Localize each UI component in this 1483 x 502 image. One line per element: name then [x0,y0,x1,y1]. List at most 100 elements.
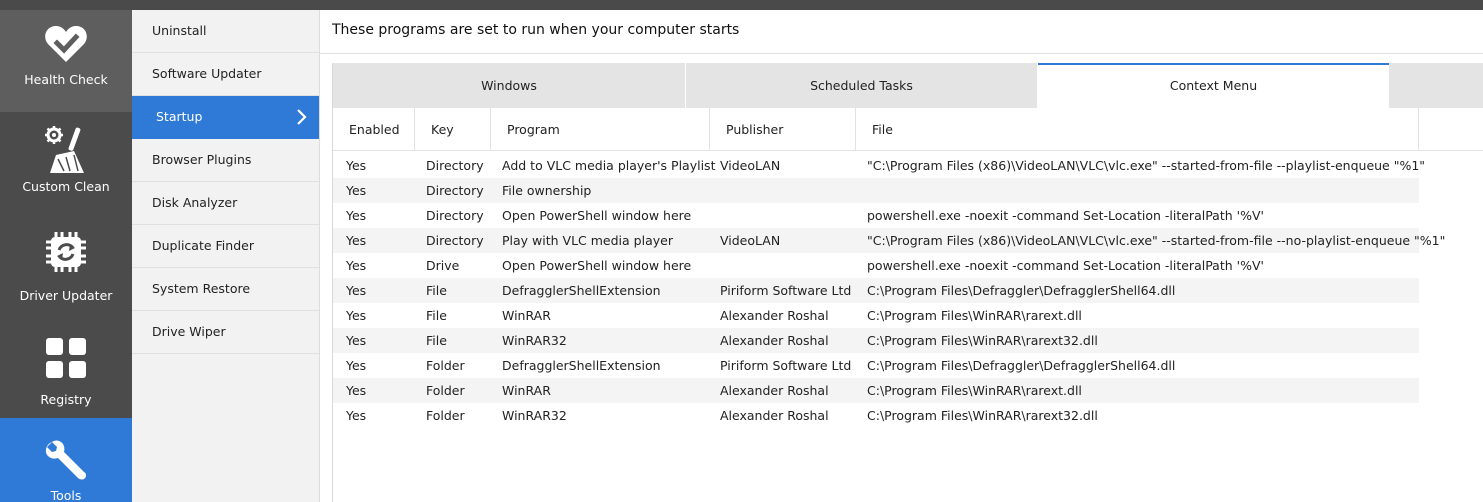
heart-check-icon [45,26,87,62]
cell-program: Play with VLC media player [502,233,673,248]
chip-refresh-icon [46,232,86,272]
cell-key: File [426,333,447,348]
cell-file: C:\Program Files\Defraggler\DefragglerSh… [867,358,1176,373]
subnav-item-drive-wiper[interactable]: Drive Wiper [132,311,319,354]
subnav-item-startup[interactable]: Startup [132,96,319,139]
column-header-file[interactable]: File [856,108,1419,151]
nav-label-registry: Registry [40,392,92,407]
window-top-bar [0,0,1483,10]
cell-key: Directory [426,208,484,223]
cell-program: Open PowerShell window here [502,208,692,223]
nav-label-tools: Tools [50,488,82,502]
subnav-item-startup-label: Startup [156,109,203,124]
main-content: These programs are set to run when your … [320,10,1483,502]
cell-file: C:\Program Files\WinRAR\rarext.dll [867,383,1082,398]
table-row[interactable]: Yes Folder DefragglerShellExtension Piri… [333,353,1419,378]
wrench-icon [45,440,87,480]
nav-custom-clean[interactable]: Custom Clean [0,113,132,217]
cell-key: Directory [426,158,484,173]
cell-key: Folder [426,383,465,398]
subnav-item-duplicate-finder[interactable]: Duplicate Finder [132,225,319,268]
cell-key: File [426,308,447,323]
table-row[interactable]: Yes File WinRAR32 Alexander Roshal C:\Pr… [333,328,1419,353]
cell-key: File [426,283,447,298]
cell-publisher: Alexander Roshal [720,408,829,423]
tab-scheduled-tasks[interactable]: Scheduled Tasks [686,63,1038,108]
cell-file: C:\Program Files\WinRAR\rarext32.dll [867,333,1098,348]
subnav-item-software-updater[interactable]: Software Updater [132,53,319,96]
column-header-program[interactable]: Program [491,108,710,151]
cell-enabled: Yes [346,183,367,198]
cell-file: powershell.exe -noexit -command Set-Loca… [867,208,1264,223]
grid-icon [46,338,86,378]
subnav-item-system-restore[interactable]: System Restore [132,268,319,311]
nav-label-driver-updater: Driver Updater [19,288,113,303]
cell-program: File ownership [502,183,592,198]
table-row[interactable]: Yes Folder WinRAR32 Alexander Roshal C:\… [333,403,1419,428]
table-row[interactable]: Yes Directory Open PowerShell window her… [333,203,1419,228]
page-title: These programs are set to run when your … [332,22,740,38]
table-row[interactable]: Yes File WinRAR Alexander Roshal C:\Prog… [333,303,1419,328]
cell-enabled: Yes [346,233,367,248]
cell-program: DefragglerShellExtension [502,283,661,298]
cell-key: Drive [426,258,460,273]
subnav-item-disk-analyzer[interactable]: Disk Analyzer [132,182,319,225]
nav-driver-updater[interactable]: Driver Updater [0,218,132,321]
header-divider [320,53,1483,54]
cell-key: Directory [426,233,484,248]
table-row[interactable]: Yes Folder WinRAR Alexander Roshal C:\Pr… [333,378,1419,403]
gear-broom-icon [45,126,84,173]
left-nav: Health Check Custom Clean Driver Updater [0,10,132,502]
cell-publisher: Alexander Roshal [720,308,829,323]
cell-enabled: Yes [346,383,367,398]
cell-program: WinRAR32 [502,333,567,348]
table-row[interactable]: Yes Directory File ownership [333,178,1419,203]
cell-program: WinRAR [502,308,551,323]
table-row[interactable]: Yes Directory Add to VLC media player's … [333,153,1425,178]
cell-publisher: VideoLAN [720,233,781,248]
column-header-publisher[interactable]: Publisher [710,108,856,151]
cell-enabled: Yes [346,158,367,173]
cell-program: Open PowerShell window here [502,258,692,273]
cell-publisher: Alexander Roshal [720,383,829,398]
nav-health-check[interactable]: Health Check [0,10,132,112]
cell-enabled: Yes [346,258,367,273]
cell-file: C:\Program Files\WinRAR\rarext.dll [867,308,1082,323]
tab-windows[interactable]: Windows [333,63,686,108]
cell-key: Folder [426,358,465,373]
cell-enabled: Yes [346,333,367,348]
cell-enabled: Yes [346,358,367,373]
cell-program: WinRAR32 [502,408,567,423]
table-row[interactable]: Yes File DefragglerShellExtension Pirifo… [333,278,1419,303]
cell-publisher: Alexander Roshal [720,333,829,348]
cell-key: Directory [426,183,484,198]
cell-publisher: Piriform Software Ltd [720,283,852,298]
table-header: Enabled Key Program Publisher File [333,108,1483,151]
cell-enabled: Yes [346,283,367,298]
cell-file: C:\Program Files\WinRAR\rarext32.dll [867,408,1098,423]
nav-tools[interactable]: Tools [0,418,132,502]
startup-panel: Windows Scheduled Tasks Context Menu Ena… [332,63,1483,502]
cell-file: C:\Program Files\Defraggler\DefragglerSh… [867,283,1176,298]
subnav-item-browser-plugins[interactable]: Browser Plugins [132,139,319,182]
column-header-enabled[interactable]: Enabled [333,108,415,151]
table-row[interactable]: Yes Drive Open PowerShell window here po… [333,253,1419,278]
tab-bar: Windows Scheduled Tasks Context Menu [333,63,1483,108]
chevron-right-icon [297,109,307,125]
nav-registry[interactable]: Registry [0,322,132,425]
tab-context-menu[interactable]: Context Menu [1038,63,1389,108]
cell-enabled: Yes [346,208,367,223]
cell-key: Folder [426,408,465,423]
column-header-key[interactable]: Key [415,108,491,151]
cell-program: Add to VLC media player's Playlist [502,158,716,173]
nav-label-health-check: Health Check [24,72,108,87]
subnav-item-uninstall[interactable]: Uninstall [132,10,319,53]
cell-enabled: Yes [346,408,367,423]
cell-publisher: VideoLAN [720,158,781,173]
cell-file: powershell.exe -noexit -command Set-Loca… [867,258,1264,273]
sub-nav: Uninstall Software Updater Startup Brows… [132,10,320,502]
cell-file: "C:\Program Files (x86)\VideoLAN\VLC\vlc… [867,233,1446,248]
cell-enabled: Yes [346,308,367,323]
table-row[interactable]: Yes Directory Play with VLC media player… [333,228,1445,253]
cell-program: DefragglerShellExtension [502,358,661,373]
